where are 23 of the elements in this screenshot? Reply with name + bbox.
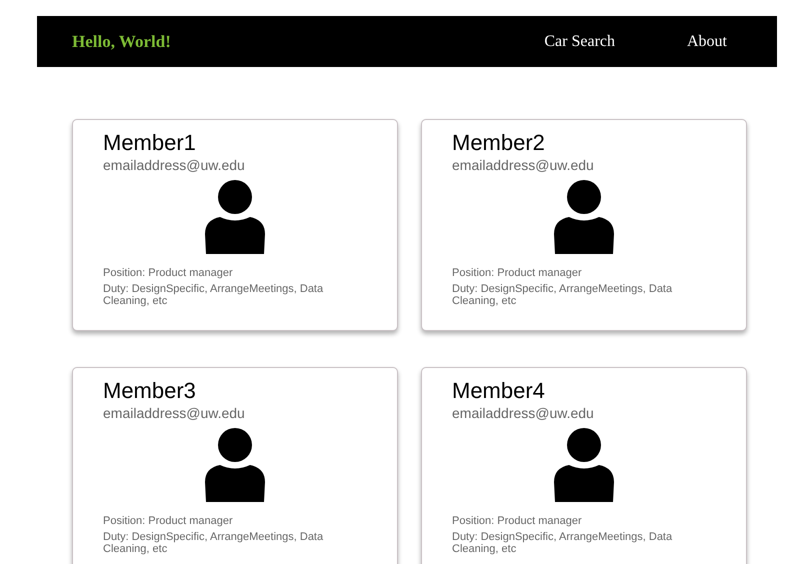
member-name: Member3 (103, 378, 197, 404)
person-icon (204, 180, 266, 254)
member-duty: Duty: DesignSpecific, ArrangeMeetings, Data Cleaning, etc (452, 283, 674, 307)
nav-link[interactable]: Car Search (544, 30, 615, 54)
nav-link[interactable]: About (687, 30, 727, 54)
member-position: Position: Product manager (452, 266, 583, 281)
member-email: emailaddress@uw.edu (103, 404, 246, 422)
person-icon (553, 428, 615, 502)
member-duty: Duty: DesignSpecific, ArrangeMeetings, Data Cleaning, etc (103, 531, 324, 555)
member-name: Member2 (452, 130, 546, 156)
brand-link[interactable]: Hello, World! (72, 28, 171, 54)
member-position: Position: Product manager (103, 266, 234, 281)
member-position: Position: Product manager (452, 514, 583, 529)
member-duty: Duty: DesignSpecific, ArrangeMeetings, Data Cleaning, etc (452, 531, 674, 555)
person-icon (204, 428, 266, 502)
member-position: Position: Product manager (103, 514, 234, 529)
member-email: emailaddress@uw.edu (103, 156, 246, 174)
member-duty: Duty: DesignSpecific, ArrangeMeetings, Data Cleaning, etc (103, 283, 324, 307)
member-name: Member4 (452, 378, 546, 404)
member-email: emailaddress@uw.edu (452, 156, 595, 174)
person-icon (553, 180, 615, 254)
member-email: emailaddress@uw.edu (452, 404, 595, 422)
member-name: Member1 (103, 130, 197, 156)
